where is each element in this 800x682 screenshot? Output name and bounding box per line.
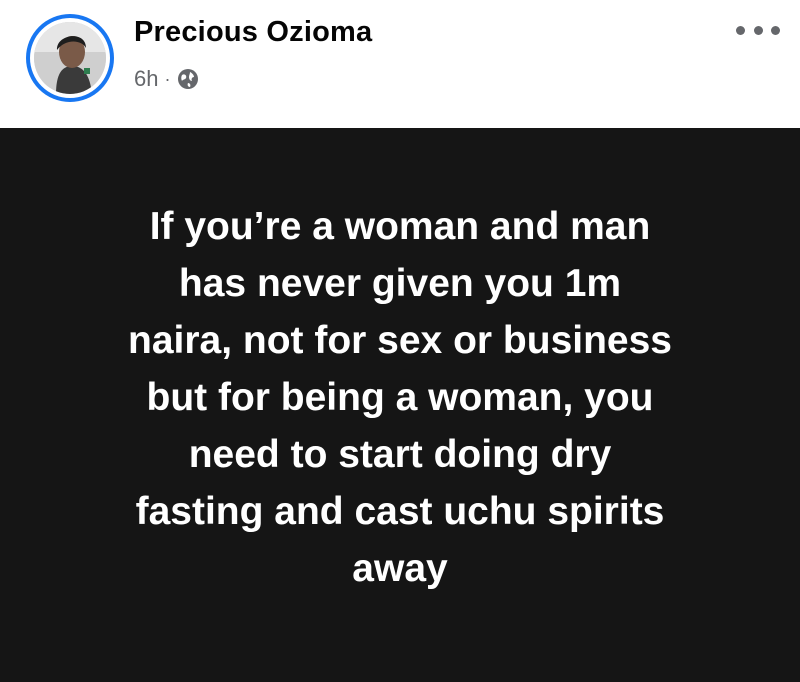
more-dot [771,25,780,35]
more-dot [753,25,763,35]
author-name[interactable]: Precious Ozioma [134,16,372,49]
avatar[interactable] [26,14,114,102]
globe-icon[interactable] [177,68,199,90]
post-header: Precious Ozioma 6h · [0,0,800,128]
avatar-photo [34,22,106,94]
avatar-border [30,18,110,98]
profile-photo-icon [34,22,106,94]
post-text: If you’re a woman and man has never give… [128,205,672,590]
text-post-card[interactable]: If you’re a woman and man has never give… [0,128,800,682]
post-time[interactable]: 6h [134,66,158,92]
more-options-icon[interactable] [736,20,780,40]
post-meta: 6h · [134,64,199,94]
more-dot [736,25,745,35]
meta-separator: · [164,68,171,89]
